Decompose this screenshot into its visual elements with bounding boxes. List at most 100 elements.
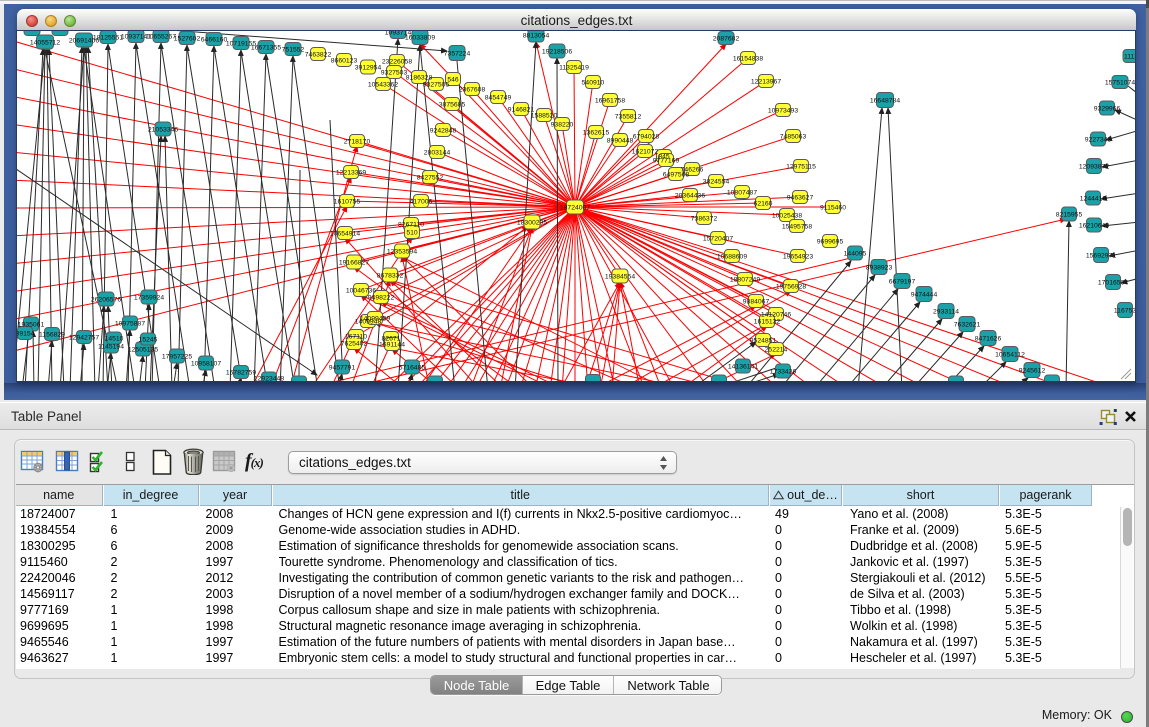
svg-text:2087682: 2087682 xyxy=(713,35,740,42)
svg-text:9474444: 9474444 xyxy=(911,291,938,298)
svg-text:10046736: 10046736 xyxy=(346,287,376,294)
svg-text:9329966: 9329966 xyxy=(1094,105,1121,112)
svg-text:16648784: 16648784 xyxy=(870,97,900,104)
svg-text:16961758: 16961758 xyxy=(595,97,625,104)
svg-text:15245: 15245 xyxy=(139,336,158,343)
svg-text:19384554: 19384554 xyxy=(605,273,635,280)
svg-text:9327503: 9327503 xyxy=(381,69,408,76)
svg-text:6497568: 6497568 xyxy=(663,171,690,178)
svg-text:8454749: 8454749 xyxy=(485,94,512,101)
svg-text:7355812: 7355812 xyxy=(615,113,642,120)
svg-text:12942757: 12942757 xyxy=(69,334,99,341)
svg-text:8660123: 8660123 xyxy=(331,57,358,64)
svg-text:12975115: 12975115 xyxy=(786,163,816,170)
svg-text:10975887: 10975887 xyxy=(115,320,145,327)
svg-text:1621072: 1621072 xyxy=(632,148,659,155)
svg-text:15720407: 15720407 xyxy=(703,235,733,242)
svg-text:417006: 417006 xyxy=(410,198,433,205)
svg-text:15751074: 15751074 xyxy=(1105,79,1135,86)
svg-text:5716485: 5716485 xyxy=(399,364,426,371)
svg-text:7386372: 7386372 xyxy=(691,215,718,222)
svg-text:3824554: 3824554 xyxy=(703,178,730,185)
svg-text:7463822: 7463822 xyxy=(305,51,332,58)
svg-text:1935061: 1935061 xyxy=(18,321,45,328)
svg-text:39154: 39154 xyxy=(17,330,35,337)
svg-text:1588520: 1588520 xyxy=(531,112,558,119)
svg-text:252214: 252214 xyxy=(765,346,788,353)
svg-text:1615132: 1615132 xyxy=(754,318,781,325)
svg-text:26206576: 26206576 xyxy=(91,296,121,303)
svg-text:7625402: 7625402 xyxy=(341,340,368,347)
svg-text:8990448: 8990448 xyxy=(607,137,634,144)
svg-text:8267110: 8267110 xyxy=(398,221,424,228)
svg-text:10807487: 10807487 xyxy=(727,189,757,196)
svg-text:7485063: 7485063 xyxy=(780,133,807,140)
svg-text:10025438: 10025438 xyxy=(772,212,802,219)
svg-text:1156829: 1156829 xyxy=(39,331,65,338)
svg-text:9327505: 9327505 xyxy=(423,81,450,88)
svg-text:10688609: 10688609 xyxy=(717,253,747,260)
svg-text:2718170: 2718170 xyxy=(344,138,371,145)
svg-text:6679197: 6679197 xyxy=(889,278,916,285)
svg-text:6466160: 6466160 xyxy=(201,36,228,43)
svg-text:14136141: 14136141 xyxy=(728,363,758,370)
svg-text:8678332: 8678332 xyxy=(377,272,404,279)
svg-text:62160: 62160 xyxy=(754,200,773,207)
svg-text:17359924: 17359924 xyxy=(134,294,164,301)
svg-text:116753: 116753 xyxy=(1114,307,1135,314)
svg-text:10543362: 10543362 xyxy=(368,81,398,88)
svg-text:19654923: 19654923 xyxy=(783,253,813,260)
svg-text:12353594: 12353594 xyxy=(387,248,417,255)
svg-text:16154838: 16154838 xyxy=(733,55,763,62)
svg-text:8813054: 8813054 xyxy=(523,32,550,39)
svg-text:11325419: 11325419 xyxy=(559,64,589,71)
svg-text:17957225: 17957225 xyxy=(162,353,192,360)
svg-text:9115460: 9115460 xyxy=(820,204,846,211)
svg-text:16033809: 16033809 xyxy=(405,34,435,41)
svg-text:8938923: 8938923 xyxy=(866,264,893,271)
svg-text:1244419: 1244419 xyxy=(1080,195,1107,202)
svg-text:15692971: 15692971 xyxy=(1086,252,1116,259)
svg-text:16671355: 16671355 xyxy=(251,44,281,51)
svg-text:20364436: 20364436 xyxy=(675,192,705,199)
svg-text:12505135: 12505135 xyxy=(128,346,158,353)
svg-text:6794028: 6794028 xyxy=(633,133,660,140)
svg-text:9699695: 9699695 xyxy=(817,238,844,245)
svg-text:16782759: 16782759 xyxy=(226,369,256,376)
svg-text:1527602: 1527602 xyxy=(174,35,201,42)
svg-text:21053346: 21053346 xyxy=(148,126,178,133)
svg-text:14055712: 14055712 xyxy=(30,39,60,46)
svg-text:23226058: 23226058 xyxy=(382,58,412,65)
svg-text:2803144: 2803144 xyxy=(424,149,451,156)
svg-text:2933114: 2933114 xyxy=(933,308,959,315)
svg-text:1733426: 1733426 xyxy=(770,368,797,375)
svg-text:12213967: 12213967 xyxy=(751,78,781,85)
svg-text:10655267: 10655267 xyxy=(146,33,176,40)
svg-text:14510: 14510 xyxy=(105,335,124,342)
svg-text:9463627: 9463627 xyxy=(787,194,814,201)
svg-text:2367608: 2367608 xyxy=(459,86,486,93)
svg-text:17016504: 17016504 xyxy=(1098,279,1128,286)
svg-text:7632621: 7632621 xyxy=(954,321,981,328)
svg-text:14099489: 14099489 xyxy=(360,315,390,322)
svg-text:12213369: 12213369 xyxy=(336,169,366,176)
svg-text:10654914: 10654914 xyxy=(330,230,360,237)
svg-text:9245612: 9245612 xyxy=(1019,367,1046,374)
svg-text:9777169: 9777169 xyxy=(653,157,680,164)
svg-text:7357224: 7357224 xyxy=(444,50,471,57)
svg-text:8427552: 8427552 xyxy=(417,174,444,181)
svg-text:12093872: 12093872 xyxy=(1079,163,1109,170)
svg-text:510: 510 xyxy=(406,229,418,236)
svg-text:14120746: 14120746 xyxy=(761,311,791,318)
svg-text:18724007: 18724007 xyxy=(560,204,590,211)
svg-text:751552: 751552 xyxy=(282,46,305,53)
svg-text:9242848: 9242848 xyxy=(430,127,457,134)
svg-text:938220: 938220 xyxy=(551,121,574,128)
svg-text:9884067: 9884067 xyxy=(743,298,770,305)
svg-text:10973493: 10973493 xyxy=(768,107,798,114)
svg-text:540910: 540910 xyxy=(582,79,605,86)
svg-text:19166827: 19166827 xyxy=(339,259,369,266)
svg-text:16210643: 16210643 xyxy=(1079,222,1109,229)
svg-text:144095: 144095 xyxy=(844,250,867,257)
svg-text:8186328: 8186328 xyxy=(406,74,433,81)
